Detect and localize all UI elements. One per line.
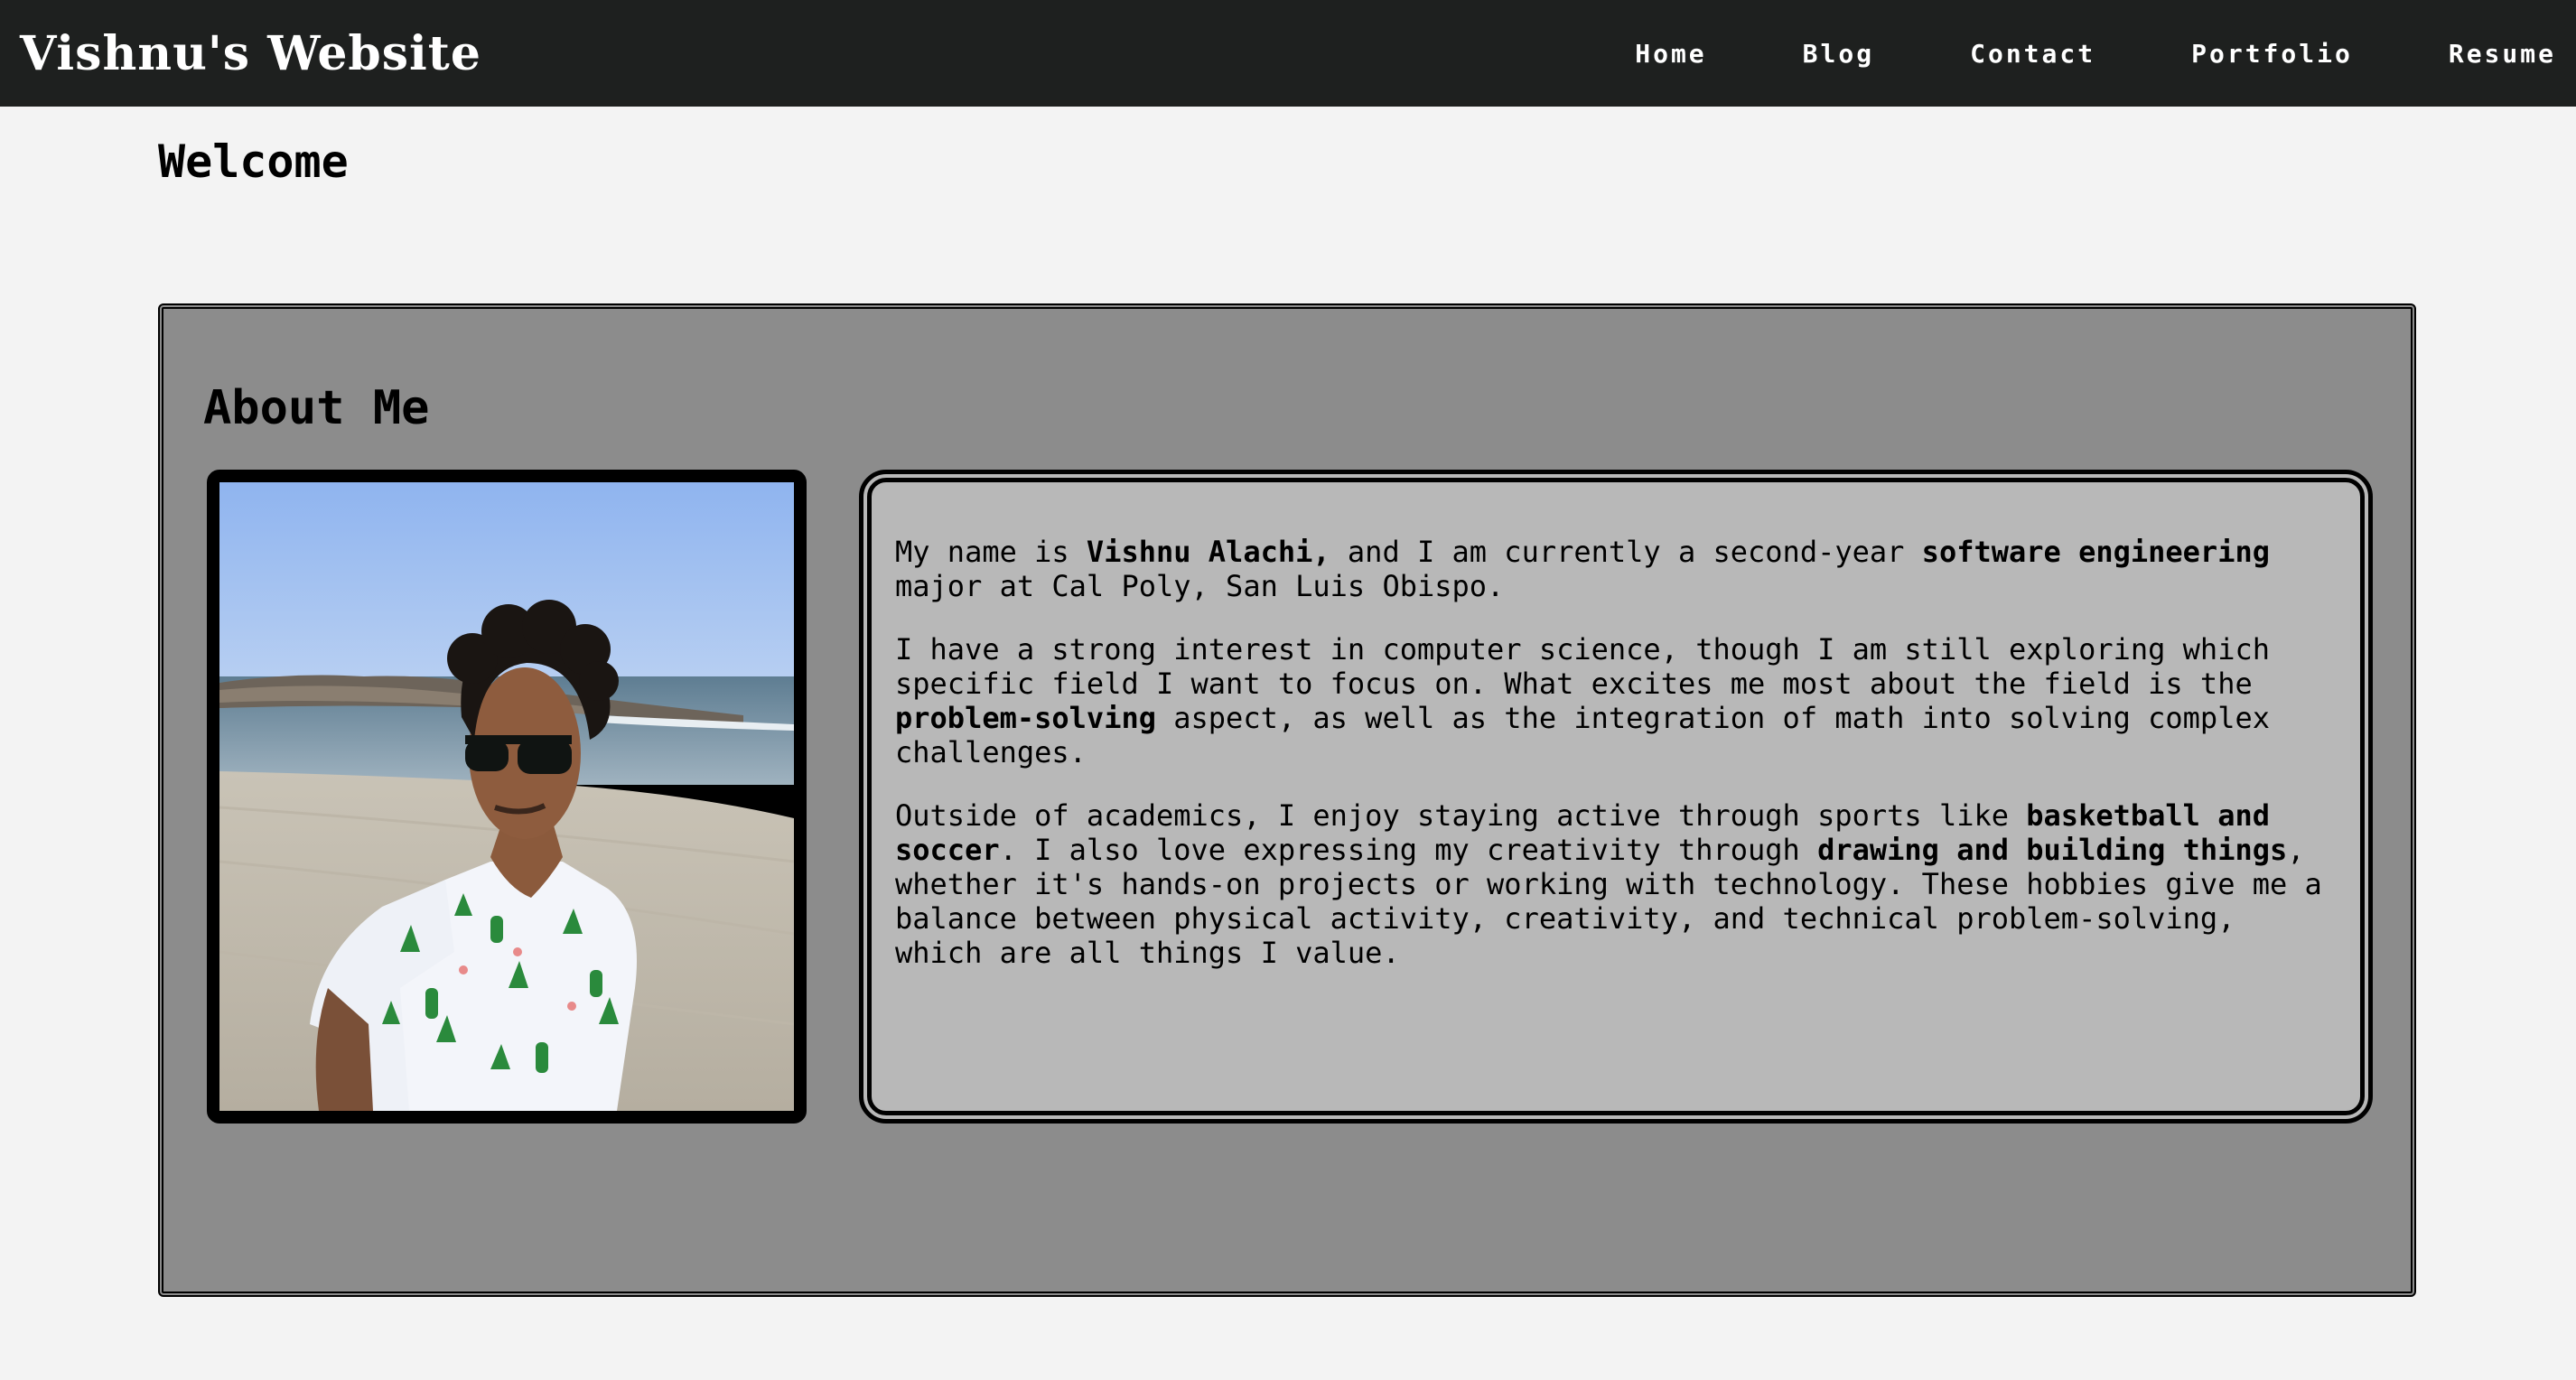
bio-paragraph-2: I have a strong interest in computer sci… xyxy=(895,632,2337,769)
bio-bold-text: software engineering xyxy=(1921,535,2270,569)
top-navbar: Vishnu's Website Home Blog Contact Portf… xyxy=(0,0,2576,107)
nav-link-portfolio[interactable]: Portfolio xyxy=(2191,39,2353,69)
bio-bold-text: drawing and building things xyxy=(1817,833,2288,867)
about-panel: About Me My name is Vishnu Alachi, and I… xyxy=(158,303,2416,1297)
page-title: Welcome xyxy=(158,135,349,188)
nav-link-blog[interactable]: Blog xyxy=(1803,39,1874,69)
profile-photo xyxy=(219,482,794,1111)
bio-paragraph-3: Outside of academics, I enjoy staying ac… xyxy=(895,798,2337,970)
bio-text: and I am currently a second-year xyxy=(1330,535,1922,569)
bio-paragraph-1: My name is Vishnu Alachi, and I am curre… xyxy=(895,535,2337,603)
about-heading: About Me xyxy=(203,381,430,435)
nav-link-resume[interactable]: Resume xyxy=(2449,39,2556,69)
bio-text: My name is xyxy=(895,535,1087,569)
nav-link-home[interactable]: Home xyxy=(1635,39,1706,69)
bio-text-box: My name is Vishnu Alachi, and I am curre… xyxy=(859,470,2373,1124)
site-title[interactable]: Vishnu's Website xyxy=(20,26,481,81)
bio-bold-text: problem-solving xyxy=(895,701,1156,735)
nav-links: Home Blog Contact Portfolio Resume xyxy=(1635,0,2556,107)
bio-text: major at Cal Poly, San Luis Obispo. xyxy=(895,569,1505,603)
bio-text: Outside of academics, I enjoy staying ac… xyxy=(895,798,2027,833)
bio-bold-text: Vishnu Alachi, xyxy=(1086,535,1330,569)
nav-link-contact[interactable]: Contact xyxy=(1970,39,2095,69)
bio-text: . I also love expressing my creativity t… xyxy=(999,833,1818,867)
bio-text: I have a strong interest in computer sci… xyxy=(895,632,2270,701)
profile-photo-frame xyxy=(207,470,807,1124)
